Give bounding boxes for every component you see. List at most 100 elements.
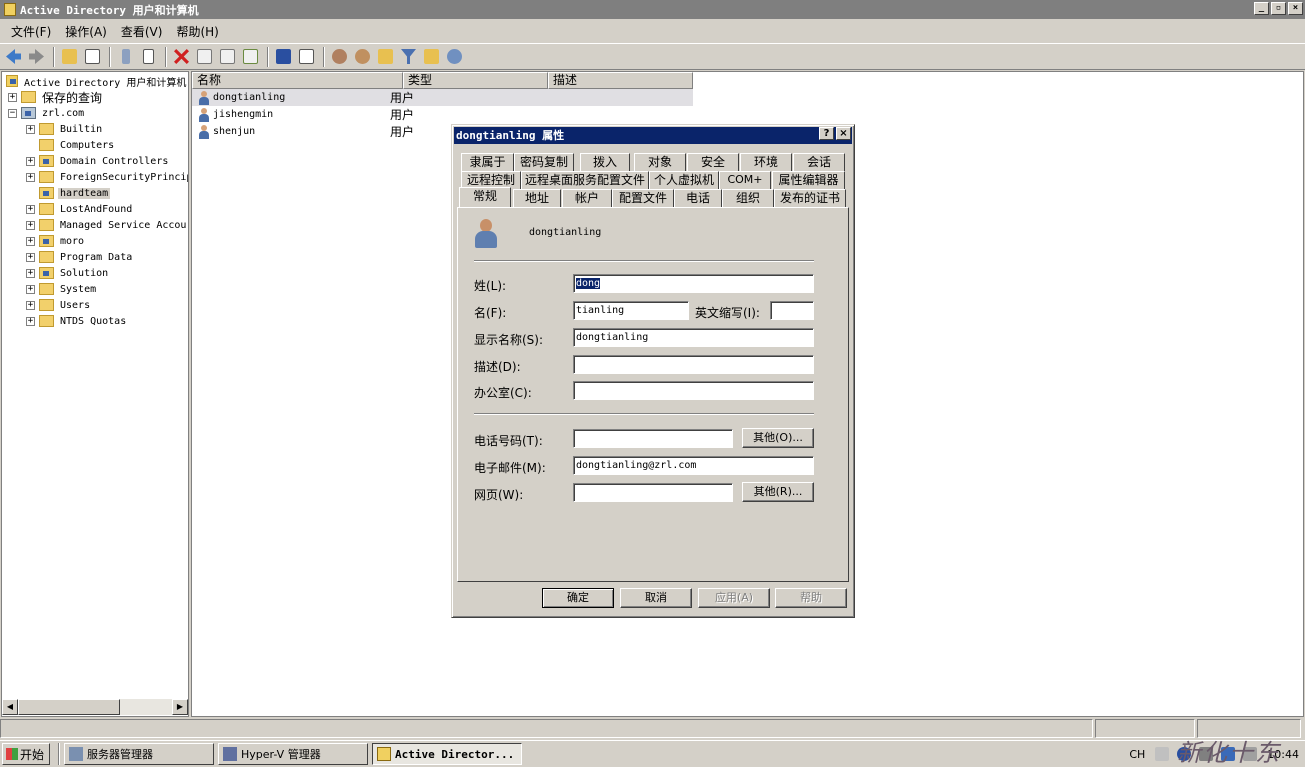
close-button[interactable]: × (1288, 2, 1303, 15)
cut-icon[interactable] (115, 46, 136, 67)
display-name-field[interactable]: dongtianling (573, 328, 814, 347)
expand-icon[interactable]: + (26, 252, 35, 262)
expand-icon[interactable]: + (26, 156, 35, 166)
export-icon[interactable] (240, 46, 261, 67)
tree-item-computers[interactable]: Computers (39, 137, 116, 153)
description-field[interactable] (573, 355, 814, 374)
expand-icon[interactable]: + (26, 300, 35, 310)
first-name-field[interactable]: tianling (573, 301, 689, 320)
tree-root[interactable]: Active Directory 用户和计算机 (6, 73, 188, 89)
tree-item-managed-service[interactable]: + Managed Service Accour (26, 217, 188, 233)
tree-item-ntds-quotas[interactable]: + NTDS Quotas (26, 313, 128, 329)
add-to-group-icon[interactable] (444, 46, 465, 67)
menu-view[interactable]: 查看(V) (114, 23, 170, 40)
initials-field[interactable] (770, 301, 814, 320)
tab-general[interactable]: 常规 (459, 187, 511, 207)
expand-icon[interactable]: + (26, 220, 35, 230)
tab-rds-profile[interactable]: 远程桌面服务配置文件 (521, 171, 649, 189)
other-phone-button[interactable]: 其他(O)... (742, 428, 814, 448)
tree-item-users[interactable]: + Users (26, 297, 92, 313)
back-icon[interactable] (3, 46, 24, 67)
tree-item-program-data[interactable]: + Program Data (26, 249, 134, 265)
cancel-button[interactable]: 取消 (620, 588, 692, 608)
copy-icon[interactable] (138, 46, 159, 67)
tab-environment[interactable]: 环境 (740, 153, 792, 171)
email-field[interactable]: dongtianling@zrl.com (573, 456, 814, 475)
expand-icon[interactable]: + (26, 268, 35, 278)
delete-icon[interactable] (171, 46, 192, 67)
scroll-left-icon[interactable]: ◀ (2, 699, 18, 715)
forward-icon[interactable] (26, 46, 47, 67)
other-web-button[interactable]: 其他(R)... (742, 482, 814, 502)
tree-item-moro[interactable]: + moro (26, 233, 86, 249)
dialog-close-button[interactable]: × (836, 127, 851, 140)
dialog-help-button[interactable]: ? (819, 127, 834, 140)
keyboard-icon[interactable] (1155, 747, 1170, 761)
tab-organization[interactable]: 组织 (722, 189, 774, 207)
new-group-icon[interactable] (352, 46, 373, 67)
help-button[interactable]: 帮助 (775, 588, 847, 608)
column-header-description[interactable]: 描述 (548, 72, 693, 89)
last-name-field[interactable]: dong (573, 274, 814, 293)
list-row-jishengmin[interactable]: jishengmin 用户 (192, 106, 693, 123)
scroll-thumb[interactable] (18, 699, 120, 715)
tab-com-plus[interactable]: COM+ (719, 171, 771, 189)
tree-item-saved-queries[interactable]: + 保存的查询 (8, 89, 104, 105)
tab-member-of[interactable]: 隶属于 (461, 153, 514, 171)
refresh-icon[interactable] (217, 46, 238, 67)
scroll-right-icon[interactable]: ▶ (172, 699, 188, 715)
tree-item-domain-controllers[interactable]: + Domain Controllers (26, 153, 170, 169)
tab-password-replication[interactable]: 密码复制 (514, 153, 574, 171)
minimize-button[interactable]: _ (1254, 2, 1269, 15)
tree-item-system[interactable]: + System (26, 281, 98, 297)
tab-personal-vm[interactable]: 个人虚拟机 (649, 171, 719, 189)
tree-item-lostandfound[interactable]: + LostAndFound (26, 201, 134, 217)
properties-icon[interactable] (194, 46, 215, 67)
web-page-field[interactable] (573, 483, 733, 502)
start-button[interactable]: 开始 (2, 743, 50, 765)
tab-published-certificates[interactable]: 发布的证书 (774, 189, 846, 207)
language-indicator[interactable]: CH (1129, 748, 1145, 761)
new-user-icon[interactable] (329, 46, 350, 67)
expand-icon[interactable]: + (26, 284, 35, 294)
phone-field[interactable] (573, 429, 733, 448)
tree-item-hardteam[interactable]: hardteam (39, 185, 111, 201)
ok-button[interactable]: 确定 (542, 588, 614, 608)
expand-icon[interactable]: + (26, 316, 35, 326)
task-hyperv-manager[interactable]: Hyper-V 管理器 (218, 743, 368, 765)
office-field[interactable] (573, 381, 814, 400)
up-icon[interactable] (59, 46, 80, 67)
tab-address[interactable]: 地址 (513, 189, 561, 207)
console-tree[interactable]: Active Directory 用户和计算机 + 保存的查询 − zrl.co… (1, 71, 189, 717)
restore-button[interactable]: ▫ (1271, 2, 1286, 15)
column-header-type[interactable]: 类型 (403, 72, 548, 89)
tab-object[interactable]: 对象 (634, 153, 686, 171)
menu-action[interactable]: 操作(A) (58, 23, 114, 40)
expand-icon[interactable]: + (26, 172, 35, 182)
expand-icon[interactable]: + (8, 92, 17, 102)
task-active-directory[interactable]: Active Director... (372, 743, 522, 765)
column-header-name[interactable]: 名称 (192, 72, 403, 89)
menu-help[interactable]: 帮助(H) (169, 23, 225, 40)
expand-icon[interactable]: + (26, 236, 35, 246)
tab-sessions[interactable]: 会话 (793, 153, 845, 171)
list-row-dongtianling[interactable]: dongtianling 用户 (192, 89, 693, 106)
filter-icon[interactable] (398, 46, 419, 67)
tree-item-solution[interactable]: + Solution (26, 265, 110, 281)
expand-icon[interactable]: + (26, 204, 35, 214)
find-icon[interactable] (421, 46, 442, 67)
task-server-manager[interactable]: 服务器管理器 (64, 743, 214, 765)
show-hide-tree-icon[interactable] (82, 46, 103, 67)
apply-button[interactable]: 应用(A) (698, 588, 770, 608)
tab-account[interactable]: 帐户 (562, 189, 612, 207)
tab-attribute-editor[interactable]: 属性编辑器 (772, 171, 845, 189)
help-icon[interactable] (273, 46, 294, 67)
console-icon[interactable] (296, 46, 317, 67)
tab-profile[interactable]: 配置文件 (612, 189, 674, 207)
expand-icon[interactable]: + (26, 124, 35, 134)
collapse-icon[interactable]: − (8, 108, 17, 118)
new-ou-icon[interactable] (375, 46, 396, 67)
tree-item-builtin[interactable]: + Builtin (26, 121, 104, 137)
tab-dial-in[interactable]: 拨入 (580, 153, 630, 171)
menu-file[interactable]: 文件(F) (4, 23, 58, 40)
